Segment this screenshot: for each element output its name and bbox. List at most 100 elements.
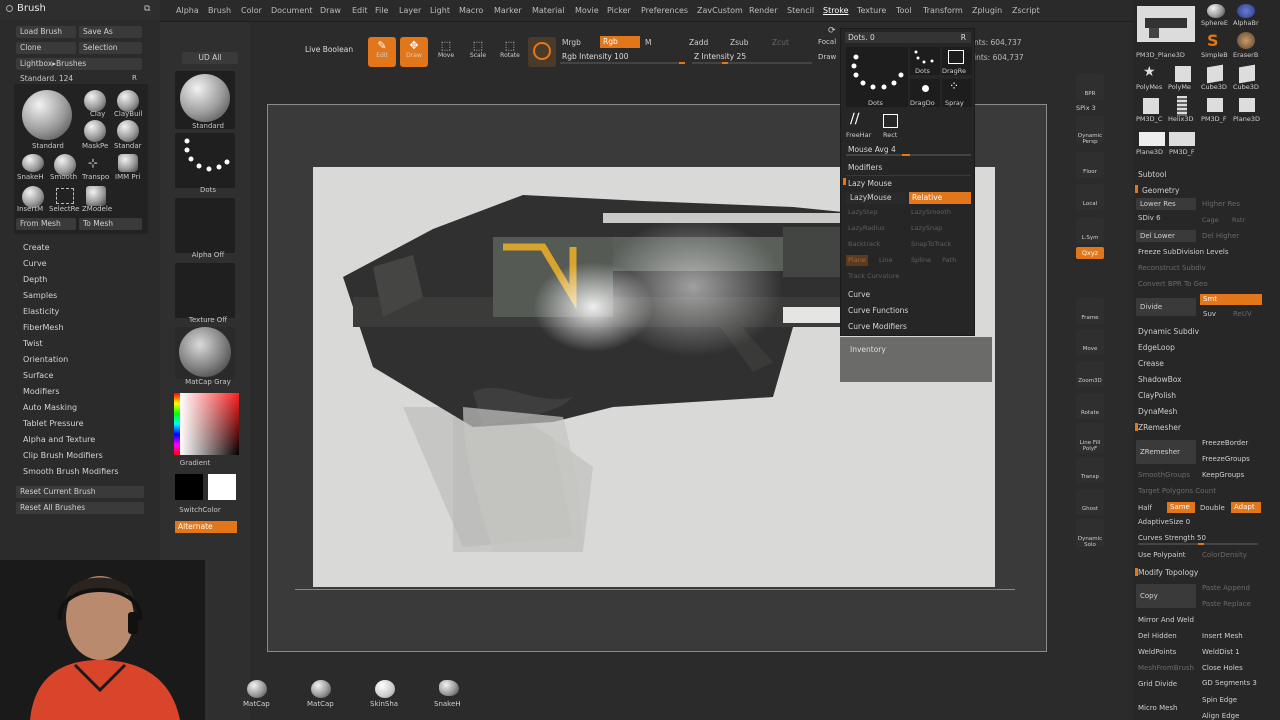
lazy-step-slider[interactable]: LazyStep	[848, 208, 878, 216]
curves-strength-slider[interactable]: Curves Strength 50	[1138, 534, 1206, 542]
smooth-groups-slider[interactable]: SmoothGroups	[1138, 471, 1190, 479]
zremesher-section[interactable]: ZRemesher	[1138, 423, 1181, 432]
use-polypaint-toggle[interactable]: Use Polypaint	[1138, 551, 1186, 559]
menu-light[interactable]: Light	[430, 6, 450, 15]
polymesh-star-icon[interactable]: ★	[1143, 64, 1156, 80]
menu-file[interactable]: File	[375, 6, 388, 15]
menu-alpha[interactable]: Alpha	[176, 6, 199, 15]
tool-thumb-eraser[interactable]	[1237, 32, 1255, 49]
mirror-weld-button[interactable]: Mirror And Weld	[1138, 616, 1194, 624]
lazy-radius-slider[interactable]: LazyRadius	[848, 224, 885, 232]
tool-thumb-sphere[interactable]	[1207, 4, 1225, 18]
snakehook-icon[interactable]	[439, 680, 459, 696]
stroke-dots-small[interactable]: Dots	[910, 47, 940, 75]
section-tablet-pressure[interactable]: Tablet Pressure	[23, 419, 84, 428]
section-elasticity[interactable]: Elasticity	[23, 307, 59, 316]
curve-modifiers-section[interactable]: Curve Modifiers	[848, 322, 907, 331]
bpr-button[interactable]: BPR	[1076, 74, 1104, 100]
section-modifiers[interactable]: Modifiers	[23, 387, 60, 396]
mrgb-button[interactable]: Mrgb	[562, 38, 581, 47]
rotate-button[interactable]: ⬚ Rotate	[496, 37, 524, 67]
section-twist[interactable]: Twist	[23, 339, 43, 348]
menu-render[interactable]: Render	[749, 6, 777, 15]
menu-zscript[interactable]: Zscript	[1012, 6, 1040, 15]
spin-edge-button[interactable]: Spin Edge	[1202, 696, 1237, 704]
section-clip-brush-modifiers[interactable]: Clip Brush Modifiers	[23, 451, 103, 460]
menu-draw[interactable]: Draw	[320, 6, 341, 15]
material-mode-button[interactable]	[528, 37, 556, 67]
transpose-icon[interactable]: ⊹	[88, 156, 98, 170]
del-higher-button[interactable]: Del Higher	[1202, 232, 1239, 240]
half-button[interactable]: Half	[1138, 504, 1152, 512]
menu-brush[interactable]: Brush	[208, 6, 231, 15]
freeze-border-toggle[interactable]: FreezeBorder	[1202, 439, 1248, 447]
del-hidden-button[interactable]: Del Hidden	[1138, 632, 1177, 640]
target-polygons-slider[interactable]: Target Polygons Count	[1138, 487, 1216, 495]
transp-button[interactable]: Transp	[1076, 457, 1104, 483]
popout-icon[interactable]: ⧉	[144, 4, 150, 14]
polyframe-button[interactable]: Line Fill PolyF	[1076, 423, 1104, 453]
m-button[interactable]: M	[645, 38, 651, 47]
zoom3d-button[interactable]: Zoom3D	[1076, 361, 1104, 387]
zcut-button[interactable]: Zcut	[772, 38, 789, 47]
reset-r-button[interactable]: R	[132, 74, 137, 82]
live-boolean-button[interactable]: Live Boolean	[305, 45, 353, 54]
selection-button[interactable]: Selection	[79, 42, 142, 54]
relative-button[interactable]: Relative	[909, 192, 971, 204]
double-button[interactable]: Double	[1200, 504, 1225, 512]
menu-material[interactable]: Material	[532, 6, 565, 15]
weld-dist-slider[interactable]: WeldDist 1	[1202, 648, 1240, 656]
lazy-smooth-slider[interactable]: LazySmooth	[911, 208, 951, 216]
lower-res-button[interactable]: Lower Res	[1136, 198, 1196, 210]
rgb-intensity-slider[interactable]: Rgb Intensity 100	[562, 52, 628, 61]
section-depth[interactable]: Depth	[23, 275, 47, 284]
menu-macro[interactable]: Macro	[459, 6, 483, 15]
cage-button[interactable]: Cage	[1202, 216, 1219, 224]
from-mesh-button[interactable]: From Mesh	[16, 218, 76, 230]
lightbox-brushes-button[interactable]: Lightbox▸Brushes	[16, 58, 142, 70]
freeze-subdiv-button[interactable]: Freeze SubDivision Levels	[1138, 248, 1228, 256]
tool-thumb-pm3d-f[interactable]	[1207, 98, 1223, 112]
menu-document[interactable]: Document	[271, 6, 312, 15]
stroke-dots-large[interactable]: Dots	[846, 47, 908, 107]
brush-snakehook[interactable]	[22, 154, 44, 172]
curve-functions-section[interactable]: Curve Functions	[848, 306, 908, 315]
crease-section[interactable]: Crease	[1138, 359, 1164, 368]
tool-thumb-pistol[interactable]	[1137, 6, 1195, 42]
menu-transform[interactable]: Transform	[923, 6, 963, 15]
alternate-button[interactable]: Alternate	[175, 521, 237, 533]
hue-strip[interactable]	[174, 393, 180, 455]
rgb-button[interactable]: Rgb	[600, 36, 640, 48]
reset-current-brush-button[interactable]: Reset Current Brush	[16, 486, 144, 498]
brush-imm-primitives[interactable]	[118, 154, 138, 172]
menu-edit[interactable]: Edit	[352, 6, 368, 15]
floor-button[interactable]: Floor	[1076, 152, 1104, 178]
same-button[interactable]: Same	[1167, 502, 1195, 513]
dynamesh-section[interactable]: DynaMesh	[1138, 407, 1177, 416]
section-smooth-brush-modifiers[interactable]: Smooth Brush Modifiers	[23, 467, 119, 476]
scale-button[interactable]: ⬚ Scale	[464, 37, 492, 67]
secondary-color-swatch[interactable]	[175, 474, 203, 500]
copy-button[interactable]: Copy	[1136, 584, 1196, 608]
save-as-button[interactable]: Save As	[79, 26, 142, 38]
stroke-freehand[interactable]: ∕∕ FreeHar	[846, 111, 874, 139]
selectrect-icon[interactable]	[56, 188, 74, 204]
menu-color[interactable]: Color	[241, 6, 262, 15]
zsub-button[interactable]: Zsub	[730, 38, 749, 47]
menu-marker[interactable]: Marker	[494, 6, 522, 15]
suv-toggle[interactable]: Suv	[1203, 310, 1216, 318]
section-fibermesh[interactable]: FiberMesh	[23, 323, 64, 332]
track-curvature-slider[interactable]: Track Curvature	[848, 272, 899, 280]
local-button[interactable]: Local	[1076, 184, 1104, 210]
stroke-slot[interactable]	[175, 133, 235, 188]
stroke-dragrect[interactable]: DragRe	[942, 47, 972, 75]
reconstruct-subdiv-button[interactable]: Reconstruct Subdiv	[1138, 264, 1206, 272]
clone-button[interactable]: Clone	[16, 42, 76, 54]
helix-icon[interactable]	[1177, 96, 1187, 116]
menu-stencil[interactable]: Stencil	[787, 6, 814, 15]
curve-section[interactable]: Curve	[848, 290, 870, 299]
material-slot[interactable]	[175, 327, 235, 379]
edgeloop-section[interactable]: EdgeLoop	[1138, 343, 1175, 352]
focal-shift-slider[interactable]: Focal	[818, 38, 836, 46]
color-density-slider[interactable]: ColorDensity	[1202, 551, 1247, 559]
